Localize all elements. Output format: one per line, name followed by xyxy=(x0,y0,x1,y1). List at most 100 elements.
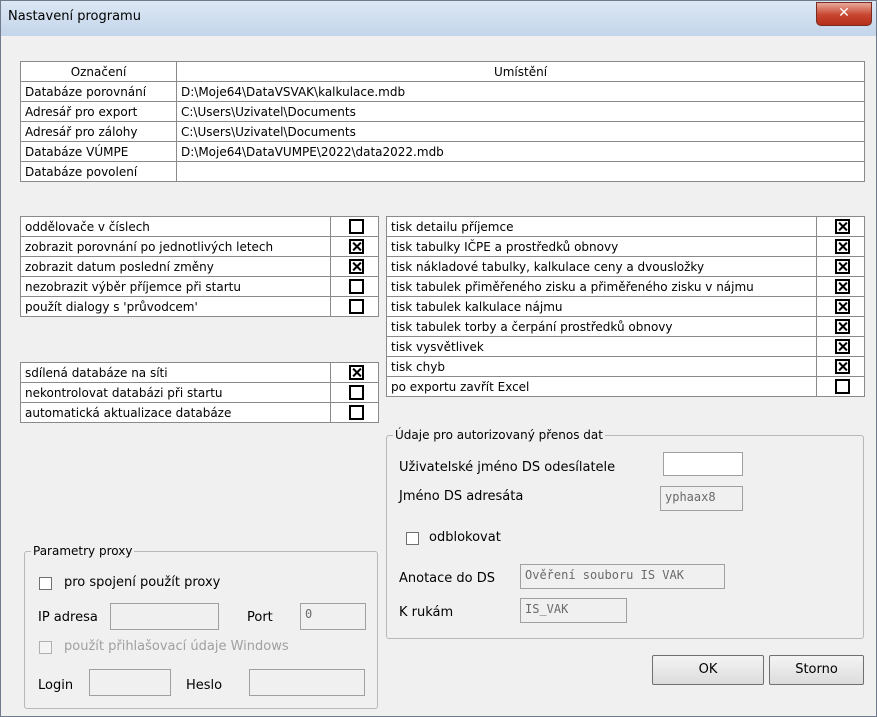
option-checkbox-cell xyxy=(816,376,865,397)
option-checkbox[interactable] xyxy=(349,365,364,380)
option-row: nezobrazit výběr příjemce při startu xyxy=(20,276,379,297)
windows-creds-label: použít přihlašovací údaje Windows xyxy=(64,639,289,654)
print-options-table: tisk detailu příjemce tisk tabulky IČPE a… xyxy=(386,216,865,397)
option-row: tisk tabulky IČPE a prostředků obnovy xyxy=(386,236,865,257)
header-location: Umístění xyxy=(176,61,865,82)
option-checkbox-cell xyxy=(330,216,379,237)
settings-window: Nastavení programu ✕ Označení Umístění Dat… xyxy=(0,0,877,717)
option-label: po exportu zavřít Excel xyxy=(386,376,817,397)
transfer-group-legend: Údaje pro autorizovaný přenos dat xyxy=(395,428,603,442)
option-checkbox[interactable] xyxy=(835,219,850,234)
option-checkbox[interactable] xyxy=(835,239,850,254)
path-value[interactable]: C:\Users\Uzivatel\Documents xyxy=(176,101,865,122)
option-checkbox-cell xyxy=(816,296,865,317)
option-row: zobrazit datum poslední změny xyxy=(20,256,379,277)
option-checkbox[interactable] xyxy=(835,339,850,354)
option-checkbox[interactable] xyxy=(835,379,850,394)
sender-input[interactable] xyxy=(663,452,743,476)
option-row: nekontrolovat databázi při startu xyxy=(20,382,379,403)
port-input[interactable]: 0 xyxy=(300,603,366,630)
option-checkbox[interactable] xyxy=(835,279,850,294)
paths-header-row: Označení Umístění xyxy=(20,61,865,82)
close-button[interactable]: ✕ xyxy=(816,2,872,26)
option-label: tisk nákladové tabulky, kalkulace ceny a… xyxy=(386,256,817,277)
option-checkbox-cell xyxy=(330,256,379,277)
unlock-label: odblokovat xyxy=(429,530,501,545)
option-label: tisk tabulek torby a čerpání prostředků … xyxy=(386,316,817,337)
option-checkbox-cell xyxy=(816,356,865,377)
option-checkbox[interactable] xyxy=(349,259,364,274)
table-row: Adresář pro export C:\Users\Uzivatel\Docu… xyxy=(20,101,865,122)
option-row: po exportu zavřít Excel xyxy=(386,376,865,397)
option-label: oddělovače v číslech xyxy=(20,216,331,237)
option-checkbox[interactable] xyxy=(349,219,364,234)
windows-creds-checkbox[interactable] xyxy=(39,641,52,654)
table-row: Adresář pro zálohy C:\Users\Uzivatel\Docu… xyxy=(20,121,865,142)
table-row: Databáze porovnání D:\Moje64\DataVSVAK\ka… xyxy=(20,81,865,102)
option-label: automatická aktualizace databáze xyxy=(20,402,331,423)
attention-label: K rukám xyxy=(399,605,454,620)
ip-input[interactable] xyxy=(110,603,219,630)
use-proxy-checkbox[interactable] xyxy=(39,577,52,590)
option-row: použít dialogy s 'průvodcem' xyxy=(20,296,379,317)
cancel-button[interactable]: Storno xyxy=(769,655,864,685)
password-label: Heslo xyxy=(186,678,223,693)
option-row: oddělovače v číslech xyxy=(20,216,379,237)
sender-label: Uživatelské jméno DS odesílatele xyxy=(399,460,616,475)
option-checkbox-cell xyxy=(330,382,379,403)
option-checkbox[interactable] xyxy=(349,385,364,400)
option-row: tisk tabulek kalkulace nájmu xyxy=(386,296,865,317)
option-checkbox[interactable] xyxy=(349,279,364,294)
option-checkbox[interactable] xyxy=(835,259,850,274)
option-checkbox[interactable] xyxy=(835,299,850,314)
ip-label: IP adresa xyxy=(38,610,98,625)
option-checkbox[interactable] xyxy=(349,405,364,420)
option-checkbox-cell xyxy=(816,236,865,257)
path-value[interactable]: D:\Moje64\DataVUMPE\2022\data2022.mdb xyxy=(176,141,865,162)
option-label: tisk tabulek kalkulace nájmu xyxy=(386,296,817,317)
path-value[interactable]: D:\Moje64\DataVSVAK\kalkulace.mdb xyxy=(176,81,865,102)
path-label: Adresář pro export xyxy=(20,101,177,122)
option-checkbox-cell xyxy=(330,296,379,317)
option-row: tisk detailu příjemce xyxy=(386,216,865,237)
recipient-input[interactable]: yphaax8 xyxy=(660,486,743,511)
use-proxy-label: pro spojení použít proxy xyxy=(64,575,221,590)
annotation-input[interactable]: Ověření souboru IS VAK xyxy=(520,564,725,589)
unlock-checkbox[interactable] xyxy=(406,532,419,545)
option-checkbox[interactable] xyxy=(349,239,364,254)
option-checkbox-cell xyxy=(816,276,865,297)
option-row: zobrazit porovnání po jednotlivých letec… xyxy=(20,236,379,257)
title-bar: Nastavení programu ✕ xyxy=(1,1,876,36)
table-row: Databáze povolení xyxy=(20,161,865,182)
option-checkbox-cell xyxy=(330,362,379,383)
attention-input[interactable]: IS_VAK xyxy=(520,598,627,623)
option-label: sdílená databáze na síti xyxy=(20,362,331,383)
option-label: použít dialogy s 'průvodcem' xyxy=(20,296,331,317)
password-input[interactable] xyxy=(249,669,365,696)
option-row: tisk vysvětlivek xyxy=(386,336,865,357)
close-icon: ✕ xyxy=(838,5,850,21)
path-label: Databáze porovnání xyxy=(20,81,177,102)
option-checkbox[interactable] xyxy=(835,359,850,374)
option-row: tisk tabulek torby a čerpání prostředků … xyxy=(386,316,865,337)
window-title: Nastavení programu xyxy=(8,9,141,24)
path-value[interactable] xyxy=(176,161,865,182)
option-label: tisk chyb xyxy=(386,356,817,377)
option-row: automatická aktualizace databáze xyxy=(20,402,379,423)
option-label: nezobrazit výběr příjemce při startu xyxy=(20,276,331,297)
option-checkbox-cell xyxy=(330,402,379,423)
option-checkbox[interactable] xyxy=(835,319,850,334)
option-checkbox[interactable] xyxy=(349,299,364,314)
path-label: Databáze povolení xyxy=(20,161,177,182)
option-row: sdílená databáze na síti xyxy=(20,362,379,383)
path-value[interactable]: C:\Users\Uzivatel\Documents xyxy=(176,121,865,142)
option-checkbox-cell xyxy=(816,216,865,237)
login-input[interactable] xyxy=(89,669,171,696)
option-row: tisk chyb xyxy=(386,356,865,377)
general-options-table: oddělovače v číslech zobrazit porovnání p… xyxy=(20,216,379,317)
port-label: Port xyxy=(247,610,273,625)
table-row: Databáze VÚMPE D:\Moje64\DataVUMPE\2022\d… xyxy=(20,141,865,162)
ok-button[interactable]: OK xyxy=(652,655,764,685)
option-checkbox-cell xyxy=(816,336,865,357)
recipient-label: Jméno DS adresáta xyxy=(399,489,524,504)
